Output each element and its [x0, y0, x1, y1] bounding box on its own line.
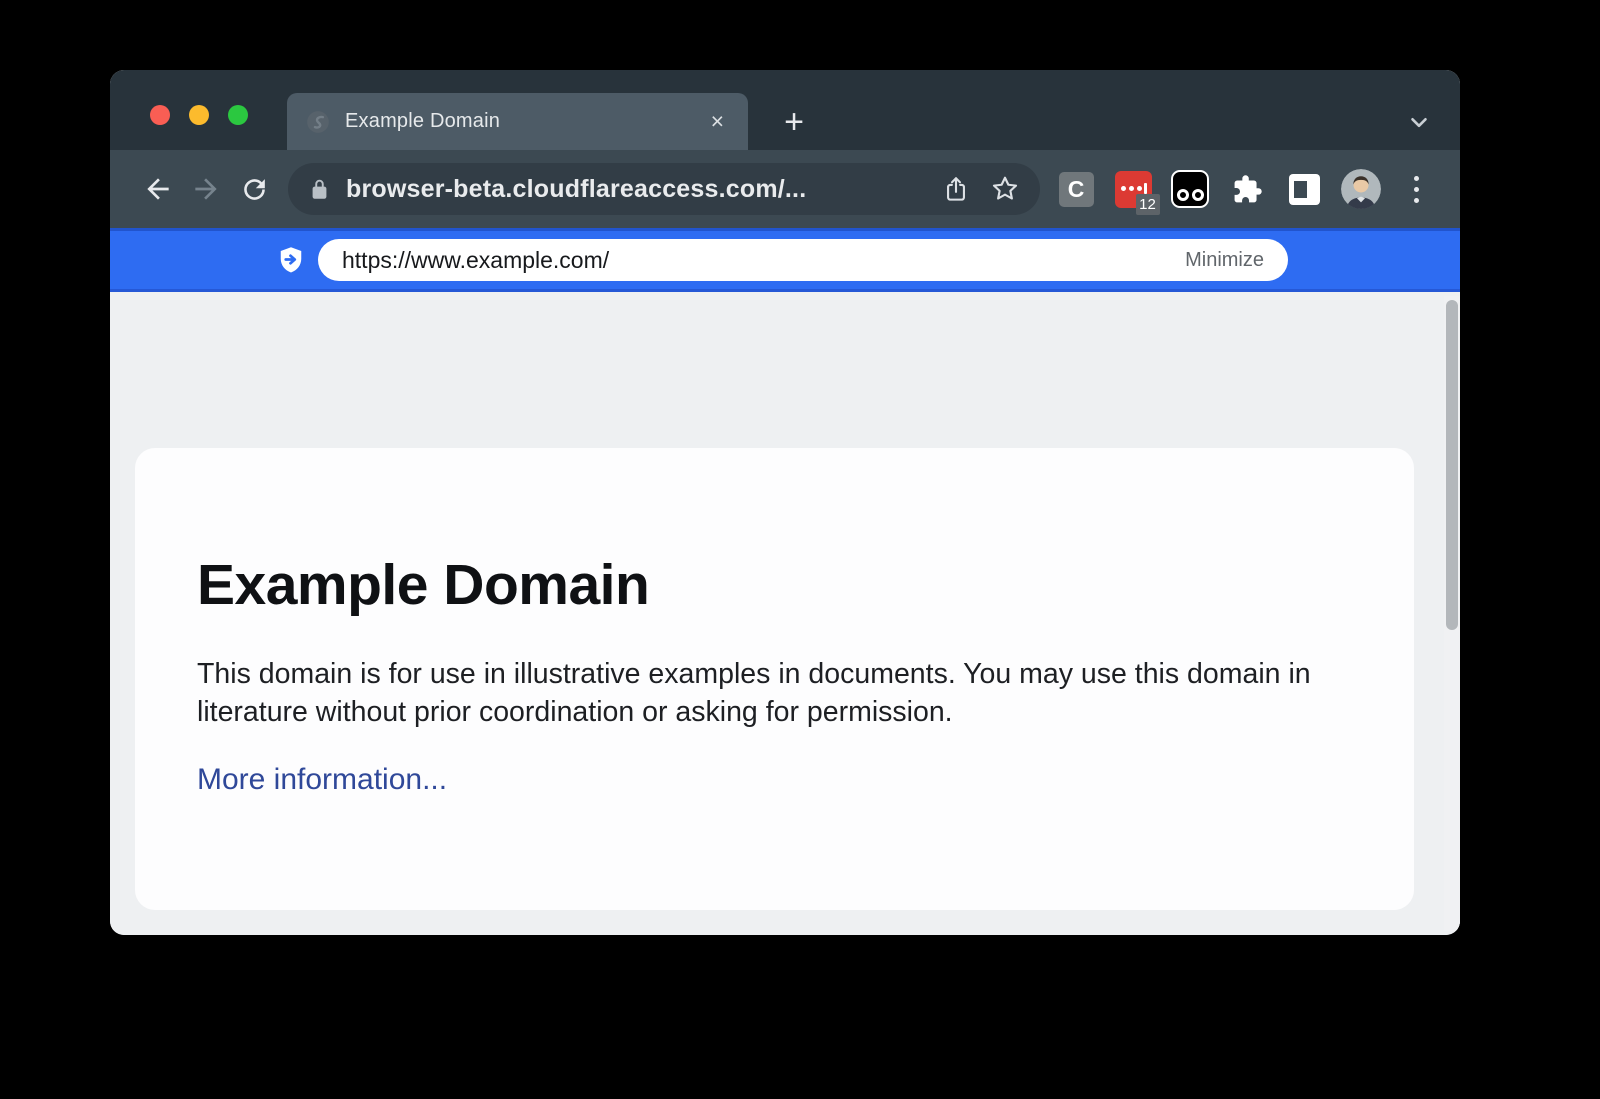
- back-button[interactable]: [134, 165, 182, 213]
- new-tab-button[interactable]: +: [770, 98, 818, 146]
- isolation-url-bar: https://www.example.com/ Minimize: [110, 228, 1460, 292]
- side-panel-icon[interactable]: [1282, 167, 1326, 211]
- more-information-link[interactable]: More information...: [197, 763, 447, 797]
- page-viewport: Example Domain This domain is for use in…: [110, 292, 1460, 935]
- scrollbar-thumb[interactable]: [1446, 300, 1458, 630]
- extension-c-icon[interactable]: C: [1054, 167, 1098, 211]
- page-heading: Example Domain: [197, 552, 1354, 618]
- globe-favicon-icon: [305, 109, 331, 135]
- content-card: Example Domain This domain is for use in…: [135, 448, 1414, 910]
- extensions-puzzle-icon[interactable]: [1225, 167, 1269, 211]
- profile-avatar[interactable]: [1339, 167, 1383, 211]
- isolated-url-text[interactable]: https://www.example.com/: [342, 247, 1185, 274]
- share-icon[interactable]: [942, 175, 970, 203]
- back-arrow-icon: [142, 173, 174, 205]
- shield-arrow-icon[interactable]: [276, 245, 306, 275]
- minimize-button[interactable]: Minimize: [1185, 249, 1264, 272]
- traffic-light-minimize-icon[interactable]: [189, 105, 209, 125]
- forward-arrow-icon: [190, 173, 222, 205]
- screenshot-stage: Example Domain × +: [0, 0, 1600, 1099]
- bookmark-star-icon[interactable]: [990, 174, 1020, 204]
- close-tab-icon[interactable]: ×: [705, 108, 730, 135]
- password-manager-extension-icon[interactable]: 12: [1111, 167, 1155, 211]
- browser-window: Example Domain × +: [110, 70, 1460, 935]
- extension-badge-count: 12: [1136, 194, 1160, 215]
- scrollbar-track[interactable]: [1444, 296, 1460, 931]
- address-bar-url[interactable]: browser-beta.cloudflareaccess.com/...: [346, 175, 930, 204]
- reload-icon: [239, 174, 270, 205]
- tab-strip: Example Domain × +: [110, 70, 1460, 150]
- avatar-image: [1341, 169, 1381, 209]
- forward-button[interactable]: [182, 165, 230, 213]
- traffic-light-zoom-icon[interactable]: [228, 105, 248, 125]
- window-controls: [150, 105, 248, 125]
- browser-toolbar: browser-beta.cloudflareaccess.com/...: [110, 150, 1460, 228]
- tab-search-chevron-icon[interactable]: [1404, 98, 1434, 146]
- traffic-light-close-icon[interactable]: [150, 105, 170, 125]
- reload-button[interactable]: [230, 165, 278, 213]
- browser-menu-kebab-icon[interactable]: [1396, 167, 1436, 211]
- tab-title: Example Domain: [345, 110, 705, 133]
- extensions-row: C 12: [1054, 167, 1436, 211]
- tab-example-domain[interactable]: Example Domain ×: [287, 93, 748, 150]
- lock-icon[interactable]: [308, 178, 331, 201]
- address-bar[interactable]: browser-beta.cloudflareaccess.com/...: [288, 163, 1040, 215]
- two-circles-extension-icon[interactable]: [1168, 167, 1212, 211]
- isolated-url-field[interactable]: https://www.example.com/ Minimize: [318, 239, 1288, 281]
- page-body-text: This domain is for use in illustrative e…: [197, 656, 1347, 731]
